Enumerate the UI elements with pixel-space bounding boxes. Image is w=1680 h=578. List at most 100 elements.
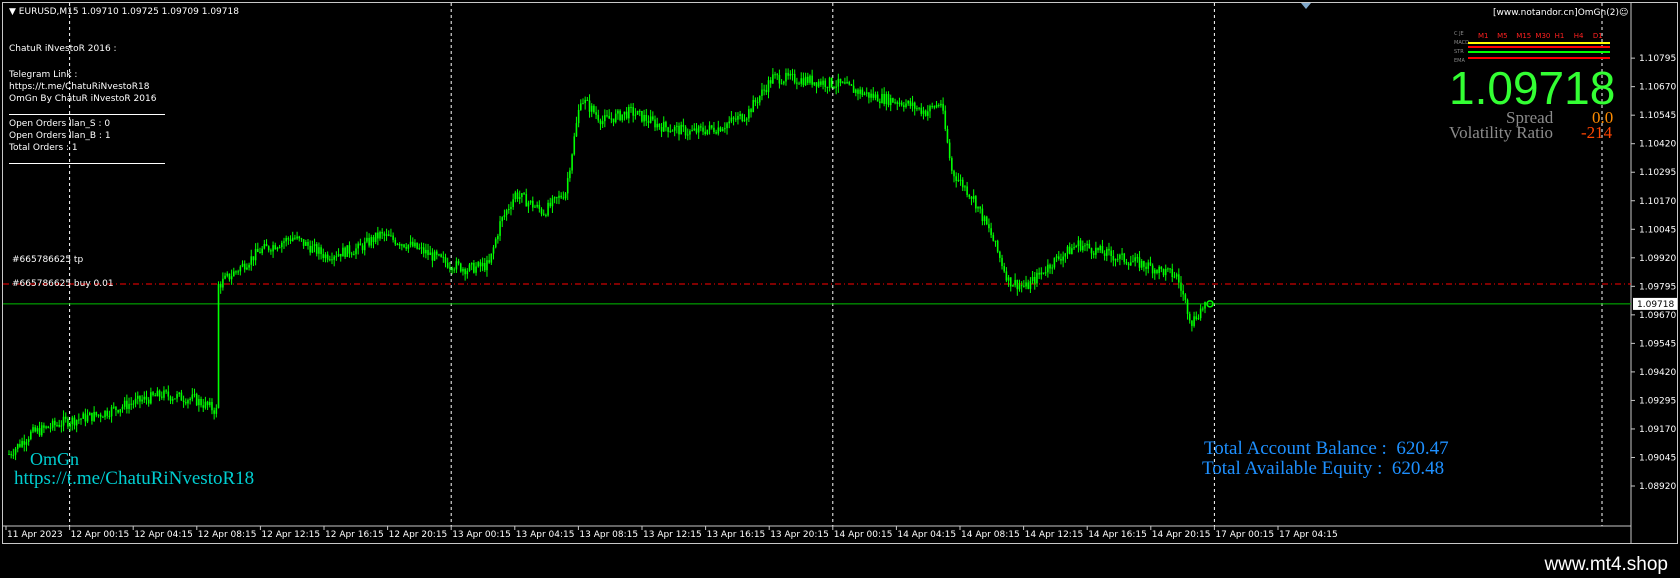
candle-body [614, 113, 617, 123]
candle-body [830, 77, 833, 88]
candle-body [60, 425, 63, 427]
footer-site[interactable]: www.mt4.shop [1544, 554, 1668, 576]
candle-body [333, 256, 335, 260]
x-tick-label: 13 Apr 00:15 [452, 530, 511, 540]
candle-body [933, 106, 936, 108]
candle-body [326, 254, 329, 260]
tf-label-d1: D1 [1592, 32, 1603, 40]
candle-body [566, 178, 569, 194]
brand-url[interactable]: https://t.me/ChatuRiNvestoR18 [14, 469, 254, 488]
candle-body [78, 419, 80, 421]
candle-body [717, 127, 720, 134]
buy-line-label[interactable]: #665786625 buy 0.01 [12, 280, 114, 289]
candle-body [1164, 268, 1167, 276]
x-tick-label: 13 Apr 16:15 [707, 530, 766, 540]
candle-body [774, 74, 776, 76]
candle-body [1110, 250, 1112, 257]
candle-body [1182, 290, 1184, 295]
scroll-marker-icon[interactable] [1301, 3, 1311, 9]
candle-body [1121, 253, 1123, 255]
telegram-url[interactable]: https://t.me/ChatuRiNvestoR18 [9, 83, 150, 92]
candle-body [937, 104, 940, 106]
candle-body [158, 390, 161, 397]
candle-body [787, 72, 789, 76]
candle-body [739, 114, 741, 116]
candle-body [370, 237, 373, 246]
candle-body [623, 111, 626, 115]
candle-body [852, 85, 855, 93]
candle-body [1199, 308, 1202, 319]
x-tick-label: 17 Apr 04:15 [1279, 530, 1338, 540]
candle-body [564, 193, 567, 199]
candle-body [267, 246, 270, 251]
candle-body [97, 414, 100, 416]
candle-body [734, 118, 737, 120]
candle-body [634, 114, 637, 116]
candle-body [1114, 259, 1117, 261]
candle-body [93, 411, 95, 421]
candle-body [671, 130, 674, 132]
candle-body [604, 115, 606, 122]
candle-body [1033, 276, 1036, 284]
x-tick-label: 14 Apr 08:15 [961, 530, 1020, 540]
candle-body [782, 81, 785, 84]
candle-body [946, 129, 949, 143]
candle-body [1088, 243, 1091, 249]
candle-body [366, 237, 368, 242]
candle-body [898, 102, 901, 104]
candle-body [610, 118, 613, 120]
candle-body [643, 114, 645, 122]
candle-body [645, 114, 648, 121]
candle-body [355, 248, 357, 255]
candle-body [750, 109, 752, 113]
menu-triangle-icon[interactable]: ▼ [9, 7, 16, 17]
y-tick-label: 1.10045 [1639, 225, 1676, 235]
tp-line-label[interactable]: #665786625 tp [12, 256, 83, 265]
candle-body [318, 247, 320, 254]
candle-body [505, 210, 508, 216]
candle-body [951, 158, 953, 171]
candle-body [593, 105, 595, 113]
candle-body [479, 262, 482, 267]
candle-body [702, 127, 704, 132]
candle-body [684, 126, 687, 136]
candle-body [119, 409, 122, 413]
candle-body [21, 441, 23, 447]
x-tick-label: 11 Apr 2023 [7, 530, 63, 540]
chart-window[interactable]: 1.10795 1.10670 1.10545 1.10420 1.10295 1.101… [2, 2, 1678, 544]
candle-body [141, 399, 143, 402]
y-tick-label: 1.10545 [1639, 111, 1676, 121]
candle-body [309, 245, 311, 253]
candle-body [1119, 254, 1121, 259]
orders-total-row: Total Orders : 1 [9, 143, 78, 153]
candle-body [429, 252, 432, 256]
candle-body [922, 110, 925, 114]
candle-body [994, 240, 997, 242]
candle-body [855, 89, 857, 93]
candle-body [372, 237, 375, 242]
candle-body [1191, 320, 1193, 326]
candle-body [440, 254, 442, 257]
candle-body [649, 116, 652, 123]
candle-body [195, 394, 198, 406]
candle-body [492, 247, 495, 254]
candle-body [32, 427, 34, 432]
candle-body [678, 125, 680, 135]
candle-body [241, 263, 244, 267]
candle-body [903, 105, 905, 108]
candle-body [841, 82, 844, 84]
candle-body [473, 262, 475, 273]
candle-body [573, 136, 576, 155]
candle-body [595, 112, 597, 115]
candle-body [278, 247, 281, 249]
candle-body [1068, 246, 1071, 255]
candle-body [444, 257, 447, 263]
candle-body [182, 400, 185, 403]
candle-body [540, 208, 543, 214]
candle-body [346, 245, 349, 257]
candle-body [481, 263, 484, 267]
candle-body [1173, 276, 1176, 278]
candle-body [128, 403, 130, 409]
y-tick-label: 1.10170 [1639, 197, 1676, 207]
candle-body [1016, 280, 1019, 290]
